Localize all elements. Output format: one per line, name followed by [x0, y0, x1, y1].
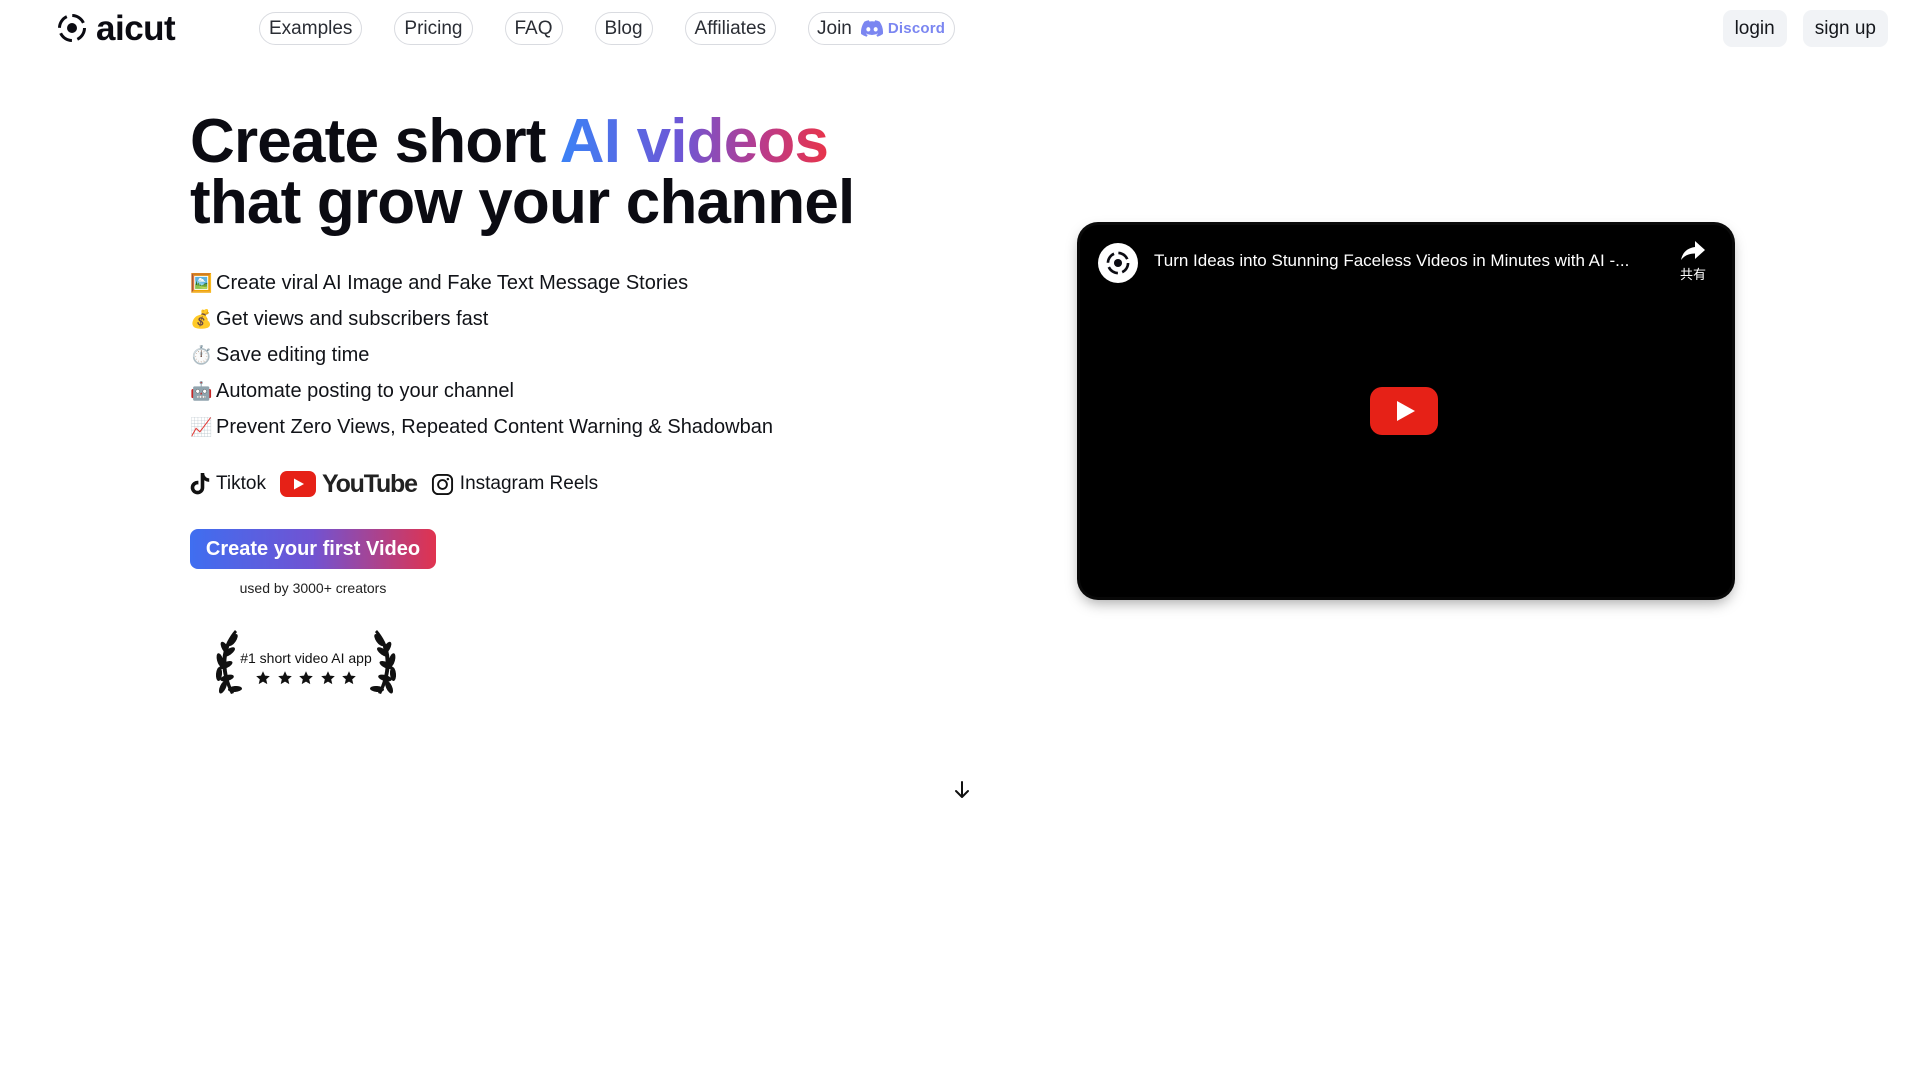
join-label: Join	[817, 17, 852, 39]
hero-title-plain: Create short	[190, 107, 560, 176]
youtube-wordmark: YouTube	[321, 469, 418, 498]
youtube-video-embed[interactable]: Turn Ideas into Stunning Faceless Videos…	[1080, 225, 1732, 597]
main-nav: Examples Pricing FAQ Blog Affiliates Joi…	[259, 12, 956, 45]
create-first-video-button[interactable]: Create your first Video	[190, 529, 436, 569]
feature-list: 🖼️ Create viral AI Image and Fake Text M…	[190, 265, 773, 445]
signup-button[interactable]: sign up	[1802, 10, 1888, 47]
nav-affiliates[interactable]: Affiliates	[684, 12, 777, 45]
award-badge: #1 short video AI app	[205, 628, 407, 696]
auth-buttons: login sign up	[1722, 10, 1888, 47]
site-header: aicut Examples Pricing FAQ Blog Affiliat…	[0, 0, 1920, 56]
star-icon	[342, 671, 356, 685]
play-button-icon[interactable]	[1370, 387, 1438, 435]
money-bag-icon: 💰	[190, 308, 213, 329]
hero-title: Create short AI videos that grow your ch…	[190, 111, 855, 234]
feature-item: 🤖 Automate posting to your channel	[190, 373, 773, 409]
instagram-label: Instagram Reels	[459, 473, 599, 494]
discord-badge: Discord	[860, 20, 946, 37]
instagram-icon	[431, 473, 453, 495]
hero-title-gradient: AI videos	[559, 107, 829, 176]
video-share-button[interactable]: 共有	[1676, 241, 1710, 283]
feature-text: Create viral AI Image and Fake Text Mess…	[216, 271, 689, 294]
platform-youtube: YouTube	[279, 469, 418, 499]
feature-text: Prevent Zero Views, Repeated Content War…	[216, 415, 773, 438]
feature-item: 🖼️ Create viral AI Image and Fake Text M…	[190, 265, 773, 301]
discord-icon	[860, 20, 883, 37]
share-icon	[1681, 241, 1705, 260]
award-text: #1 short video AI app	[240, 650, 372, 666]
nav-blog[interactable]: Blog	[594, 12, 653, 45]
discord-label: Discord	[887, 20, 946, 37]
feature-text: Save editing time	[216, 343, 370, 366]
star-icon	[256, 671, 270, 685]
stopwatch-icon: ⏱️	[190, 344, 213, 365]
platform-list: Tiktok YouTube Instagram Reels	[190, 470, 598, 498]
video-channel-avatar[interactable]	[1098, 243, 1138, 283]
platform-tiktok: Tiktok	[190, 473, 266, 495]
feature-text: Get views and subscribers fast	[216, 307, 489, 330]
feature-text: Automate posting to your channel	[216, 379, 514, 402]
aicut-logo-icon	[58, 14, 86, 42]
chart-increasing-icon: 📈	[190, 416, 213, 437]
star-rating	[255, 670, 357, 686]
platform-instagram: Instagram Reels	[431, 473, 598, 496]
login-button[interactable]: login	[1722, 10, 1787, 47]
tiktok-label: Tiktok	[216, 473, 266, 494]
hero-title-line1: Create short AI videos	[190, 107, 829, 176]
nav-examples[interactable]: Examples	[259, 12, 363, 45]
logo[interactable]: aicut	[56, 8, 176, 48]
framed-picture-icon: 🖼️	[190, 272, 213, 293]
feature-item: ⏱️ Save editing time	[190, 337, 773, 373]
star-icon	[320, 671, 335, 685]
feature-item: 💰 Get views and subscribers fast	[190, 301, 773, 337]
youtube-icon	[279, 471, 316, 497]
tiktok-icon	[190, 473, 210, 495]
nav-faq[interactable]: FAQ	[504, 12, 563, 45]
share-label: 共有	[1679, 267, 1706, 282]
aicut-logo-icon	[1106, 251, 1130, 275]
brand-name: aicut	[96, 8, 176, 48]
used-by-text: used by 3000+ creators	[239, 580, 387, 596]
star-icon	[299, 671, 313, 685]
nav-join-discord[interactable]: Join Discord	[808, 12, 956, 45]
feature-item: 📈 Prevent Zero Views, Repeated Content W…	[190, 409, 773, 445]
hero-title-line2: that grow your channel	[190, 168, 855, 237]
robot-icon: 🤖	[190, 380, 213, 401]
arrow-down-icon[interactable]	[950, 778, 974, 802]
star-icon	[277, 671, 292, 685]
nav-pricing[interactable]: Pricing	[394, 12, 473, 45]
video-title[interactable]: Turn Ideas into Stunning Faceless Videos…	[1154, 251, 1674, 271]
